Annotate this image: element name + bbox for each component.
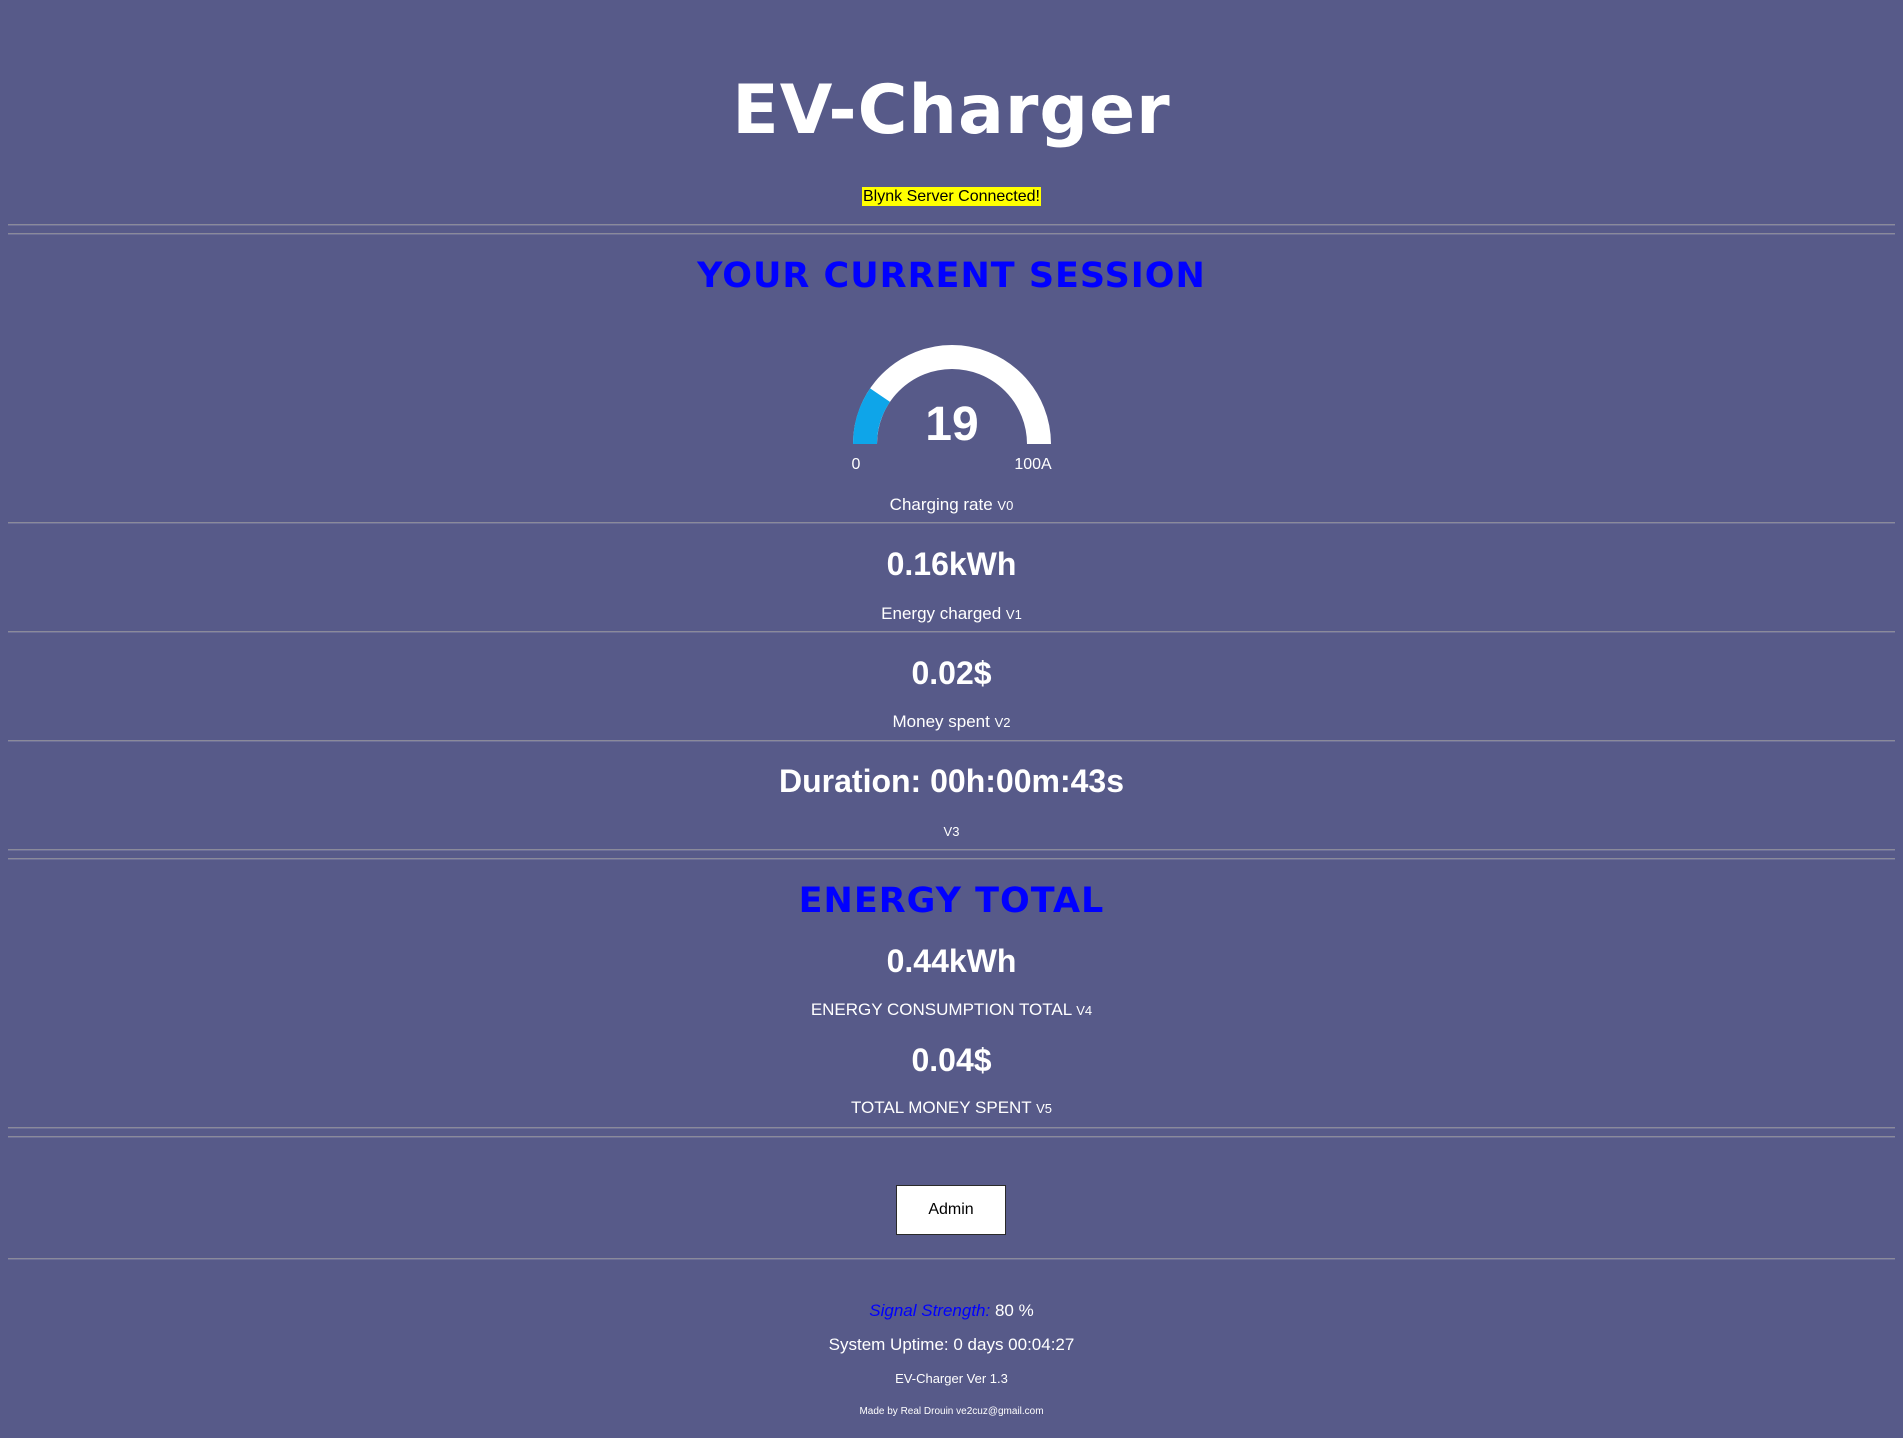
total-money-pin: V5 xyxy=(1036,1101,1053,1116)
session-energy-value: 0.16kWh xyxy=(886,546,1017,582)
connection-status-badge: Blynk Server Connected! xyxy=(862,187,1041,206)
gauge-max-label: 100A xyxy=(1014,456,1052,473)
divider xyxy=(8,631,1895,633)
system-uptime: System Uptime: 0 days 00:04:27 xyxy=(828,1335,1075,1354)
session-money-value: 0.02$ xyxy=(911,655,992,691)
session-energy-pin: V1 xyxy=(1005,607,1022,622)
divider xyxy=(8,1258,1895,1260)
session-energy-caption: Energy charged V1 xyxy=(0,603,1903,626)
divider xyxy=(8,233,1895,235)
divider xyxy=(8,740,1895,742)
session-duration-pin: V3 xyxy=(943,824,960,839)
session-energy-label: Energy charged xyxy=(881,604,1002,623)
gauge-value: 19 xyxy=(925,398,978,451)
charging-rate-label: Charging rate xyxy=(889,495,993,514)
divider xyxy=(8,224,1895,226)
admin-button[interactable]: Admin xyxy=(896,1185,1006,1235)
signal-strength-value: 80 % xyxy=(994,1301,1034,1320)
signal-strength-row: Signal Strength: 80 % xyxy=(0,1300,1903,1322)
charging-rate-caption: Charging rate V0 xyxy=(0,494,1903,517)
charging-rate-gauge: 19 0 100A xyxy=(846,340,1058,480)
divider xyxy=(8,1136,1895,1138)
session-money-label: Money spent xyxy=(892,712,990,731)
energy-total-heading: ENERGY TOTAL xyxy=(798,881,1105,921)
gauge-fill xyxy=(853,388,891,445)
total-money-value: 0.04$ xyxy=(911,1042,992,1078)
author-credit: Made by Real Drouin ve2cuz@gmail.com xyxy=(859,1406,1044,1417)
firmware-version: EV-Charger Ver 1.3 xyxy=(895,1371,1008,1386)
page-title: EV-Charger xyxy=(732,71,1171,150)
total-money-caption: TOTAL MONEY SPENT V5 xyxy=(0,1097,1903,1120)
current-session-heading: YOUR CURRENT SESSION xyxy=(697,256,1206,296)
divider xyxy=(8,858,1895,860)
gauge-min-label: 0 xyxy=(852,456,861,473)
signal-strength-label: Signal Strength: xyxy=(869,1301,991,1320)
session-money-caption: Money spent V2 xyxy=(0,711,1903,734)
divider xyxy=(8,849,1895,851)
total-money-label: TOTAL MONEY SPENT xyxy=(850,1098,1032,1117)
total-energy-caption: ENERGY CONSUMPTION TOTAL V4 xyxy=(0,999,1903,1022)
session-duration-value: Duration: 00h:00m:43s xyxy=(779,763,1124,799)
total-energy-label: ENERGY CONSUMPTION TOTAL xyxy=(810,1000,1072,1019)
divider xyxy=(8,522,1895,524)
total-energy-value: 0.44kWh xyxy=(886,943,1017,979)
total-energy-pin: V4 xyxy=(1076,1003,1093,1018)
divider xyxy=(8,1127,1895,1129)
charging-rate-pin: V0 xyxy=(997,498,1014,513)
connection-status-row: Blynk Server Connected! xyxy=(0,187,1903,207)
session-money-pin: V2 xyxy=(994,715,1011,730)
